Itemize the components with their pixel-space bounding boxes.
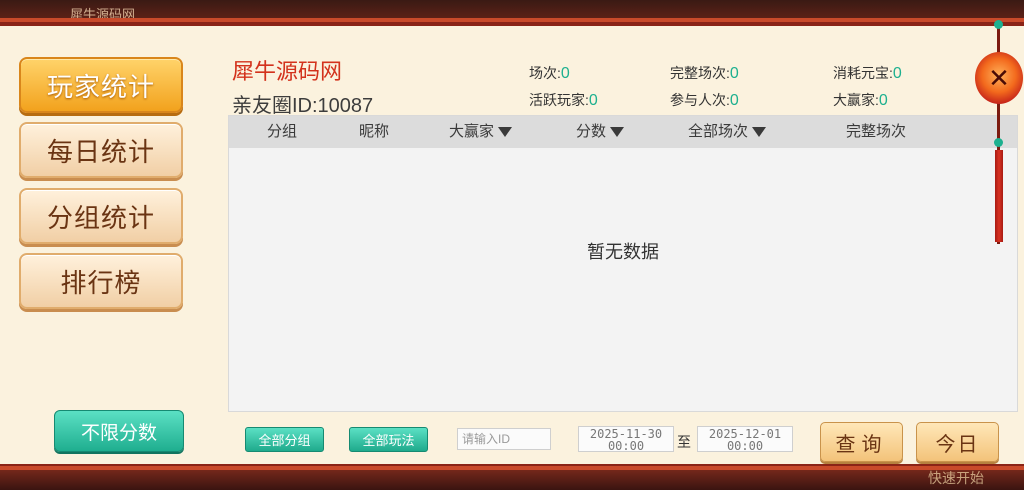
all-modes-button[interactable]: 全部玩法	[349, 427, 428, 452]
close-button[interactable]: ✕	[975, 52, 1023, 104]
close-icon: ✕	[988, 62, 1010, 93]
all-groups-button[interactable]: 全部分组	[245, 427, 324, 452]
stat-active-players: 活跃玩家:0	[529, 92, 598, 109]
column-complete-games: 完整场次	[846, 123, 907, 140]
column-nickname: 昵称	[359, 123, 390, 140]
sidebar-item-leaderboard[interactable]: 排行榜	[19, 253, 183, 309]
column-group: 分组	[267, 123, 298, 140]
column-score[interactable]: 分数	[576, 116, 625, 148]
unlimited-score-button[interactable]: 不限分数	[54, 410, 184, 452]
sidebar-item-player-stats[interactable]: 玩家统计	[19, 57, 183, 113]
triangle-down-icon	[752, 127, 767, 138]
stat-complete-games: 完整场次:0	[670, 65, 739, 82]
background-bottom-bar	[0, 468, 1024, 490]
query-button[interactable]: 查询	[820, 422, 903, 462]
stat-big-winner: 大赢家:0	[833, 92, 888, 109]
site-name: 犀牛源码网	[232, 59, 343, 84]
triangle-down-icon	[610, 127, 625, 138]
stat-ingots-used: 消耗元宝:0	[833, 65, 902, 82]
background-quick-start: 快速开始	[928, 470, 984, 486]
date-range-separator: 至	[677, 434, 691, 450]
rope-bead	[994, 20, 1003, 29]
club-id: 亲友圈ID:10087	[232, 95, 374, 117]
column-all-games[interactable]: 全部场次	[688, 116, 767, 148]
rope-bead	[994, 138, 1003, 147]
stat-games: 场次:0	[529, 65, 570, 82]
today-button[interactable]: 今日	[916, 422, 999, 462]
sidebar-item-daily-stats[interactable]: 每日统计	[19, 122, 183, 178]
lantern-tassel	[995, 150, 1003, 242]
column-big-winner[interactable]: 大赢家	[449, 116, 513, 148]
sidebar-item-group-stats[interactable]: 分组统计	[19, 188, 183, 244]
end-date-field[interactable]: 2025-12-01 00:00	[697, 426, 793, 452]
stat-participants: 参与人次:0	[670, 92, 739, 109]
table-header: 分组 昵称 大赢家 分数 全部场次 完整场次	[229, 116, 1017, 148]
start-date-field[interactable]: 2025-11-30 00:00	[578, 426, 674, 452]
triangle-down-icon	[498, 127, 513, 138]
empty-state-text: 暂无数据	[587, 242, 659, 262]
stats-table: 分组 昵称 大赢家 分数 全部场次 完整场次 暂无数据	[228, 115, 1018, 412]
player-id-input[interactable]	[457, 428, 551, 450]
